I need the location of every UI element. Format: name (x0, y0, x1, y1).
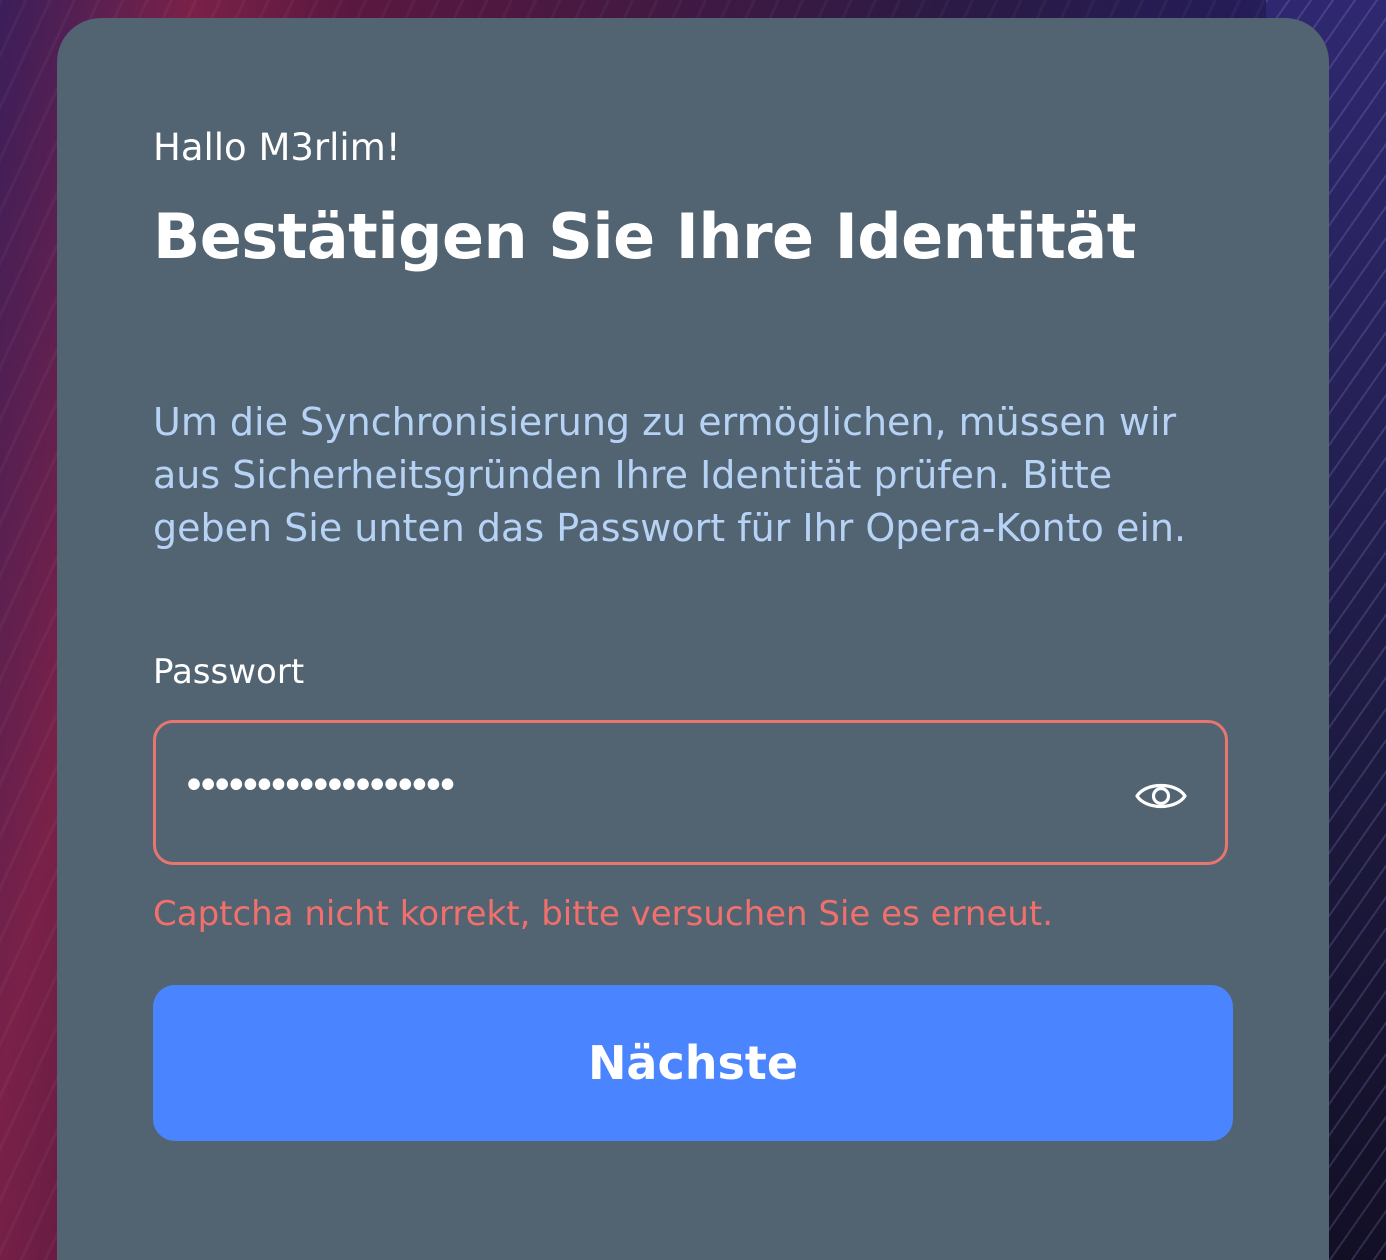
identity-verification-card: Hallo M3rlim! Bestätigen Sie Ihre Identi… (57, 18, 1329, 1260)
description-text: Um die Synchronisierung zu ermöglichen, … (153, 400, 1187, 550)
greeting: Hallo M3rlim! (153, 126, 401, 169)
password-input[interactable]: ••••••••••••••••••• (182, 763, 1042, 809)
error-message: Captcha nicht korrekt, bitte versuchen S… (153, 894, 1054, 934)
eye-icon[interactable] (1134, 776, 1188, 816)
password-field[interactable]: ••••••••••••••••••• (153, 720, 1228, 865)
next-button[interactable]: Nächste (153, 985, 1233, 1141)
password-label: Passwort (153, 652, 305, 692)
page-title: Bestätigen Sie Ihre Identität (153, 200, 1136, 273)
